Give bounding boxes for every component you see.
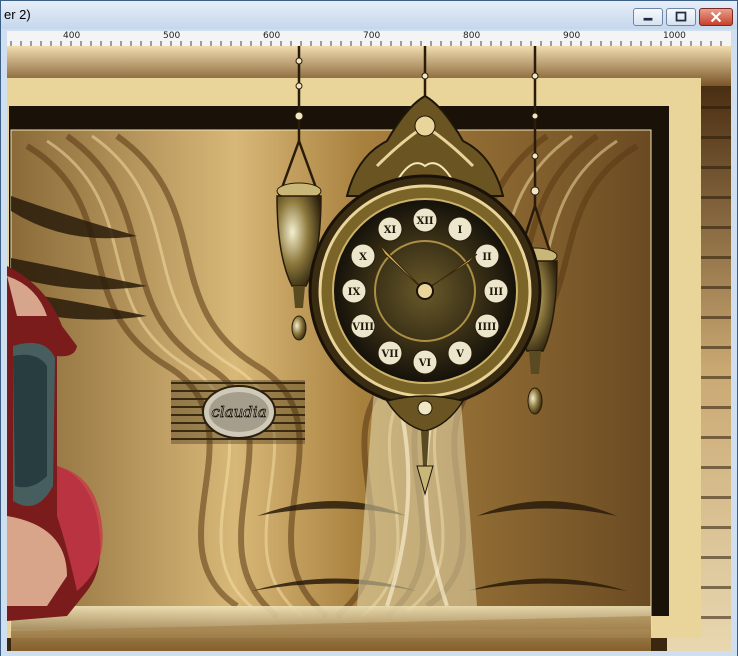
maximize-button[interactable] (666, 8, 696, 26)
ruler-label: 900 (563, 31, 581, 41)
numeral: VII (380, 349, 398, 360)
numeral: II (482, 252, 492, 263)
close-button[interactable] (699, 8, 733, 26)
window-bottom-edge (1, 651, 737, 656)
numeral: I (458, 225, 463, 236)
numeral: IIII (478, 322, 497, 333)
watermark-box: claudia (171, 380, 305, 444)
image-window: er 2) 400 500 600 700 800 900 1000 claud… (0, 0, 738, 656)
ruler-label: 800 (463, 31, 481, 41)
numeral: VIII (351, 322, 374, 333)
artwork: claudia XII I II III IIII V VI VII VIII … (7, 46, 731, 651)
numeral: XII (416, 216, 433, 227)
minimize-icon (643, 17, 653, 21)
window-title: er 2) (4, 7, 31, 22)
ruler-label: 600 (263, 31, 281, 41)
ruler-label: 700 (363, 31, 381, 41)
numeral: X (359, 252, 367, 263)
horizontal-ruler[interactable]: 400 500 600 700 800 900 1000 (7, 31, 731, 47)
main-panel (10, 129, 652, 631)
ruler-label: 1000 (663, 31, 686, 41)
numeral: V (455, 349, 464, 360)
numeral: XI (384, 225, 397, 236)
watermark-text: claudia (211, 403, 266, 421)
title-bar[interactable]: er 2) (1, 1, 737, 29)
numeral: IX (348, 287, 361, 298)
maximize-icon (675, 11, 687, 22)
ruler-label: 500 (163, 31, 181, 41)
numeral: VI (418, 358, 432, 369)
close-icon (710, 11, 722, 23)
minimize-button[interactable] (633, 8, 663, 26)
numeral: III (489, 287, 503, 298)
image-canvas[interactable]: claudia XII I II III IIII V VI VII VIII … (7, 46, 731, 651)
ruler-label: 400 (63, 31, 81, 41)
